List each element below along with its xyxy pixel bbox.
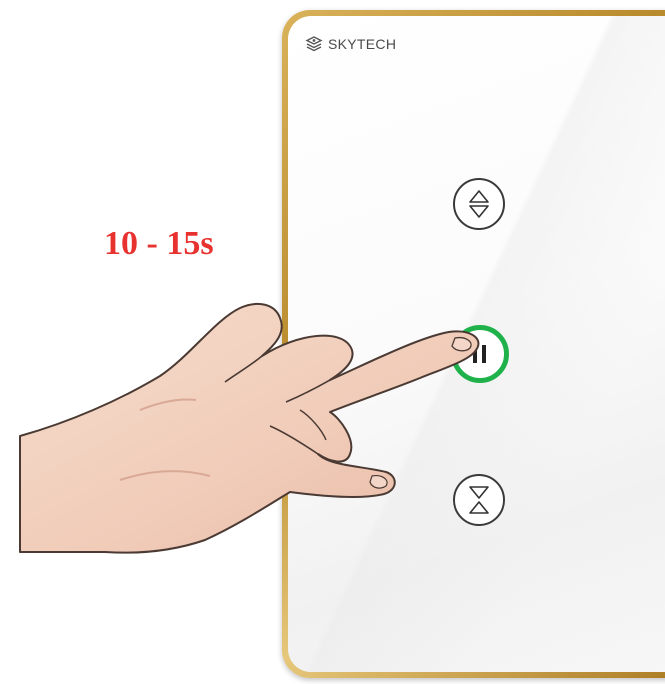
brand-logo-icon — [305, 36, 323, 52]
up-down-triangle-icon — [469, 190, 489, 218]
open-button[interactable] — [453, 178, 505, 230]
pointing-hand-icon — [19, 302, 480, 554]
brand: SKYTECH — [304, 34, 396, 54]
brand-name: SKYTECH — [328, 36, 397, 52]
illustration-stage: SKYTECH 10 - 15s — [0, 0, 665, 684]
press-duration-label: 10 - 15s — [104, 225, 214, 262]
